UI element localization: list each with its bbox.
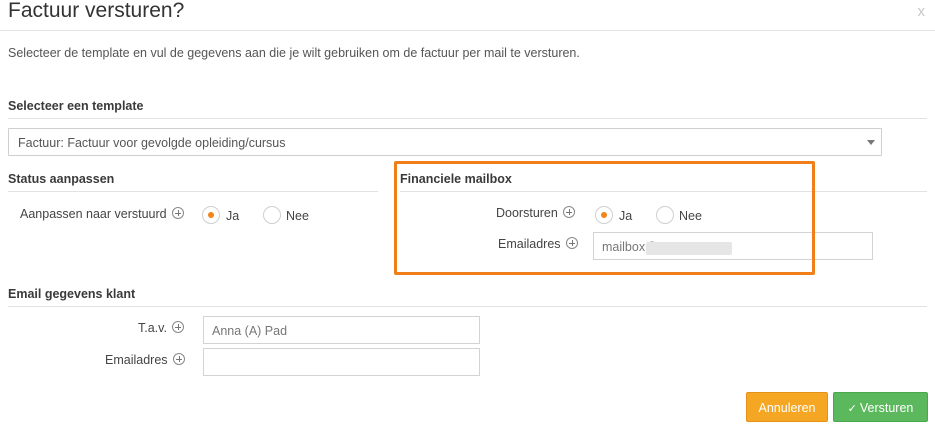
tav-label-text: T.a.v. bbox=[138, 321, 167, 335]
customer-email-label-text: Emailadres bbox=[105, 353, 168, 367]
tav-label: T.a.v. bbox=[138, 321, 185, 335]
status-radio-ja-label: Ja bbox=[226, 209, 240, 223]
customer-email-field[interactable] bbox=[203, 348, 480, 376]
status-radio-nee-label: Nee bbox=[286, 209, 309, 223]
tav-value: Anna (A) Pad bbox=[212, 324, 288, 338]
highlight-box bbox=[394, 161, 815, 275]
info-plus-icon[interactable] bbox=[173, 353, 186, 365]
tav-field[interactable]: Anna (A) Pad bbox=[203, 316, 480, 344]
intro-text: Selecteer de template en vul de gegevens… bbox=[8, 46, 580, 60]
close-icon[interactable]: x bbox=[918, 3, 926, 20]
check-icon: ✓ bbox=[847, 403, 857, 415]
status-radio-ja[interactable] bbox=[202, 206, 220, 224]
info-plus-icon[interactable] bbox=[172, 321, 185, 333]
send-button-label: Versturen bbox=[859, 401, 914, 415]
cancel-button[interactable]: Annuleren bbox=[746, 392, 828, 422]
customer-section-title: Email gegevens klant bbox=[8, 287, 927, 307]
template-select-value: Factuur: Factuur voor gevolgde opleiding… bbox=[18, 136, 286, 150]
status-section-title: Status aanpassen bbox=[8, 172, 378, 192]
status-field-label: Aanpassen naar verstuurd bbox=[20, 207, 185, 221]
dialog-header: Factuur versturen? x bbox=[0, 0, 935, 31]
status-radio-nee[interactable] bbox=[263, 206, 281, 224]
chevron-down-icon bbox=[867, 140, 875, 145]
info-plus-icon[interactable] bbox=[172, 207, 185, 219]
template-select[interactable]: Factuur: Factuur voor gevolgde opleiding… bbox=[8, 128, 882, 156]
send-button[interactable]: ✓ Versturen bbox=[833, 392, 928, 422]
status-field-label-text: Aanpassen naar verstuurd bbox=[20, 207, 167, 221]
cancel-button-label: Annuleren bbox=[758, 401, 816, 415]
template-section-title: Selecteer een template bbox=[8, 99, 927, 119]
dialog-title: Factuur versturen? bbox=[8, 0, 185, 22]
customer-email-label: Emailadres bbox=[105, 353, 186, 367]
